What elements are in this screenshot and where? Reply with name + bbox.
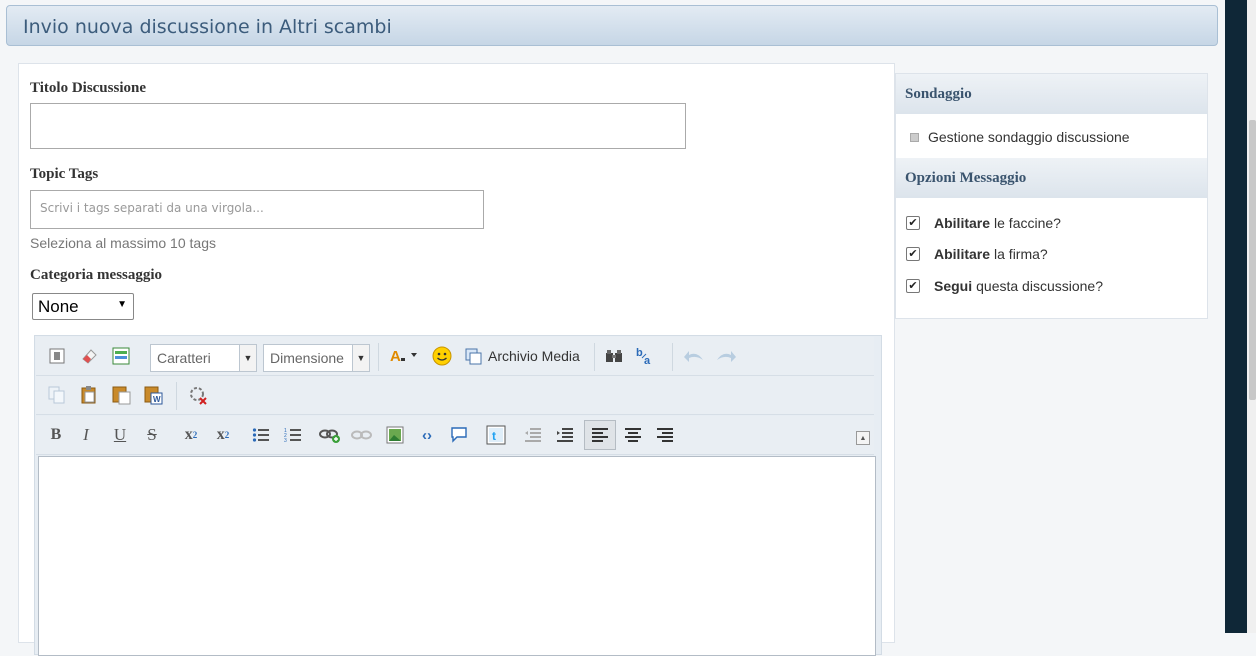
paste-icon[interactable]	[78, 383, 100, 407]
font-size-label: Dimensione	[270, 350, 344, 366]
outdent-icon[interactable]	[522, 423, 544, 447]
toolbar-separator	[594, 343, 595, 371]
unlink-icon[interactable]	[350, 423, 374, 447]
superscript-icon[interactable]: x2	[212, 423, 234, 447]
undo-icon[interactable]	[682, 344, 706, 368]
checkbox-smilies[interactable]: ✔	[906, 216, 920, 230]
svg-text:t: t	[492, 429, 496, 443]
media-archive-button[interactable]: Archivio Media	[464, 344, 584, 368]
options-sidebar: Sondaggio Gestione sondaggio discussione…	[895, 73, 1208, 319]
checkbox-subscribe[interactable]: ✔	[906, 279, 920, 293]
link-icon[interactable]	[318, 423, 342, 447]
editor-content-area[interactable]	[38, 456, 876, 656]
italic-icon[interactable]: I	[76, 423, 96, 447]
option-subscribe-bold: Segui	[934, 278, 973, 294]
poll-manage-label: Gestione sondaggio discussione	[928, 129, 1130, 145]
underline-icon[interactable]: U	[110, 423, 130, 447]
scrollbar-thumb[interactable]	[1249, 120, 1256, 400]
smiley-icon[interactable]	[430, 344, 454, 368]
strikethrough-icon[interactable]: S	[142, 423, 162, 447]
svg-text:b: b	[636, 347, 643, 359]
font-family-select[interactable]: Caratteri ▼	[150, 344, 257, 372]
align-right-icon[interactable]	[654, 423, 676, 447]
indent-icon[interactable]	[554, 423, 576, 447]
chevron-down-icon: ▼	[239, 345, 256, 371]
toolbar-row-3: B I U S x2 x2 123 ‹› t ▲	[36, 416, 874, 455]
category-selected: None	[38, 297, 79, 316]
svg-text:a: a	[644, 355, 651, 366]
find-icon[interactable]	[602, 344, 626, 368]
media-archive-icon	[465, 348, 482, 365]
options-heading: Opzioni Messaggio	[896, 158, 1207, 198]
svg-text:W: W	[153, 395, 161, 404]
eraser-icon[interactable]	[78, 344, 100, 368]
svg-text:3: 3	[284, 438, 287, 443]
quote-icon[interactable]	[448, 423, 470, 447]
media-archive-label: Archivio Media	[488, 348, 580, 364]
image-icon[interactable]	[384, 423, 406, 447]
svg-text:A: A	[390, 348, 401, 365]
option-subscribe[interactable]: ✔ Segui questa discussione?	[906, 278, 1103, 294]
title-label: Titolo Discussione	[30, 80, 146, 96]
paste-text-icon[interactable]	[110, 383, 134, 407]
table-icon[interactable]	[110, 344, 132, 368]
tags-input[interactable]: Scrivi i tags separati da una virgola...	[30, 190, 484, 229]
font-color-icon[interactable]: A	[388, 344, 420, 368]
toolbar-separator	[378, 343, 379, 371]
numbered-list-icon[interactable]: 123	[282, 423, 304, 447]
poll-heading: Sondaggio	[896, 74, 1207, 114]
chevron-down-icon: ▼	[117, 299, 127, 310]
page-header: Invio nuova discussione in Altri scambi	[6, 5, 1218, 46]
tags-label: Topic Tags	[30, 166, 99, 182]
option-signature[interactable]: ✔ Abilitare la firma?	[906, 246, 1048, 262]
font-size-select[interactable]: Dimensione ▼	[263, 344, 370, 372]
chevron-down-icon: ▼	[352, 345, 369, 371]
align-left-icon[interactable]	[584, 420, 616, 450]
source-icon[interactable]	[46, 344, 68, 368]
paste-word-icon[interactable]: W	[142, 383, 166, 407]
poll-manage-link[interactable]: Gestione sondaggio discussione	[910, 129, 1130, 145]
subscript-icon[interactable]: x2	[180, 423, 202, 447]
collapse-toolbar-icon[interactable]: ▲	[856, 431, 870, 445]
bullet-icon	[910, 132, 919, 142]
option-subscribe-text: questa discussione?	[976, 278, 1103, 294]
toolbar-separator	[672, 343, 673, 371]
option-smilies[interactable]: ✔ Abilitare le faccine?	[906, 215, 1061, 231]
option-signature-text: la firma?	[994, 246, 1048, 262]
bold-icon[interactable]: B	[46, 423, 66, 447]
toolbar-separator	[176, 382, 177, 410]
window-edge	[1225, 0, 1256, 633]
twitter-icon[interactable]: t	[484, 423, 508, 447]
align-center-icon[interactable]	[622, 423, 644, 447]
remove-format-icon[interactable]	[186, 383, 210, 407]
category-select[interactable]: None ▼	[32, 293, 134, 320]
font-family-label: Caratteri	[157, 350, 211, 366]
option-smilies-bold: Abilitare	[934, 215, 991, 231]
page-title: Invio nuova discussione in Altri scambi	[23, 16, 392, 38]
option-signature-bold: Abilitare	[934, 246, 991, 262]
toolbar-row-2: W	[36, 376, 874, 415]
new-thread-form: Titolo Discussione Topic Tags Scrivi i t…	[18, 63, 895, 656]
bulleted-list-icon[interactable]	[250, 423, 272, 447]
copy-icon[interactable]	[46, 383, 68, 407]
code-icon[interactable]: ‹›	[416, 423, 438, 447]
tags-hint: Seleziona al massimo 10 tags	[30, 235, 216, 251]
redo-icon[interactable]	[714, 344, 738, 368]
category-label: Categoria messaggio	[30, 267, 163, 283]
title-input[interactable]	[30, 103, 686, 149]
rich-text-editor: Caratteri ▼ Dimensione ▼ A Archivio Medi…	[34, 335, 882, 656]
toolbar-row-1: Caratteri ▼ Dimensione ▼ A Archivio Medi…	[36, 337, 874, 376]
replace-icon[interactable]: ba	[634, 344, 658, 368]
checkbox-signature[interactable]: ✔	[906, 247, 920, 261]
option-smilies-text: le faccine?	[994, 215, 1061, 231]
